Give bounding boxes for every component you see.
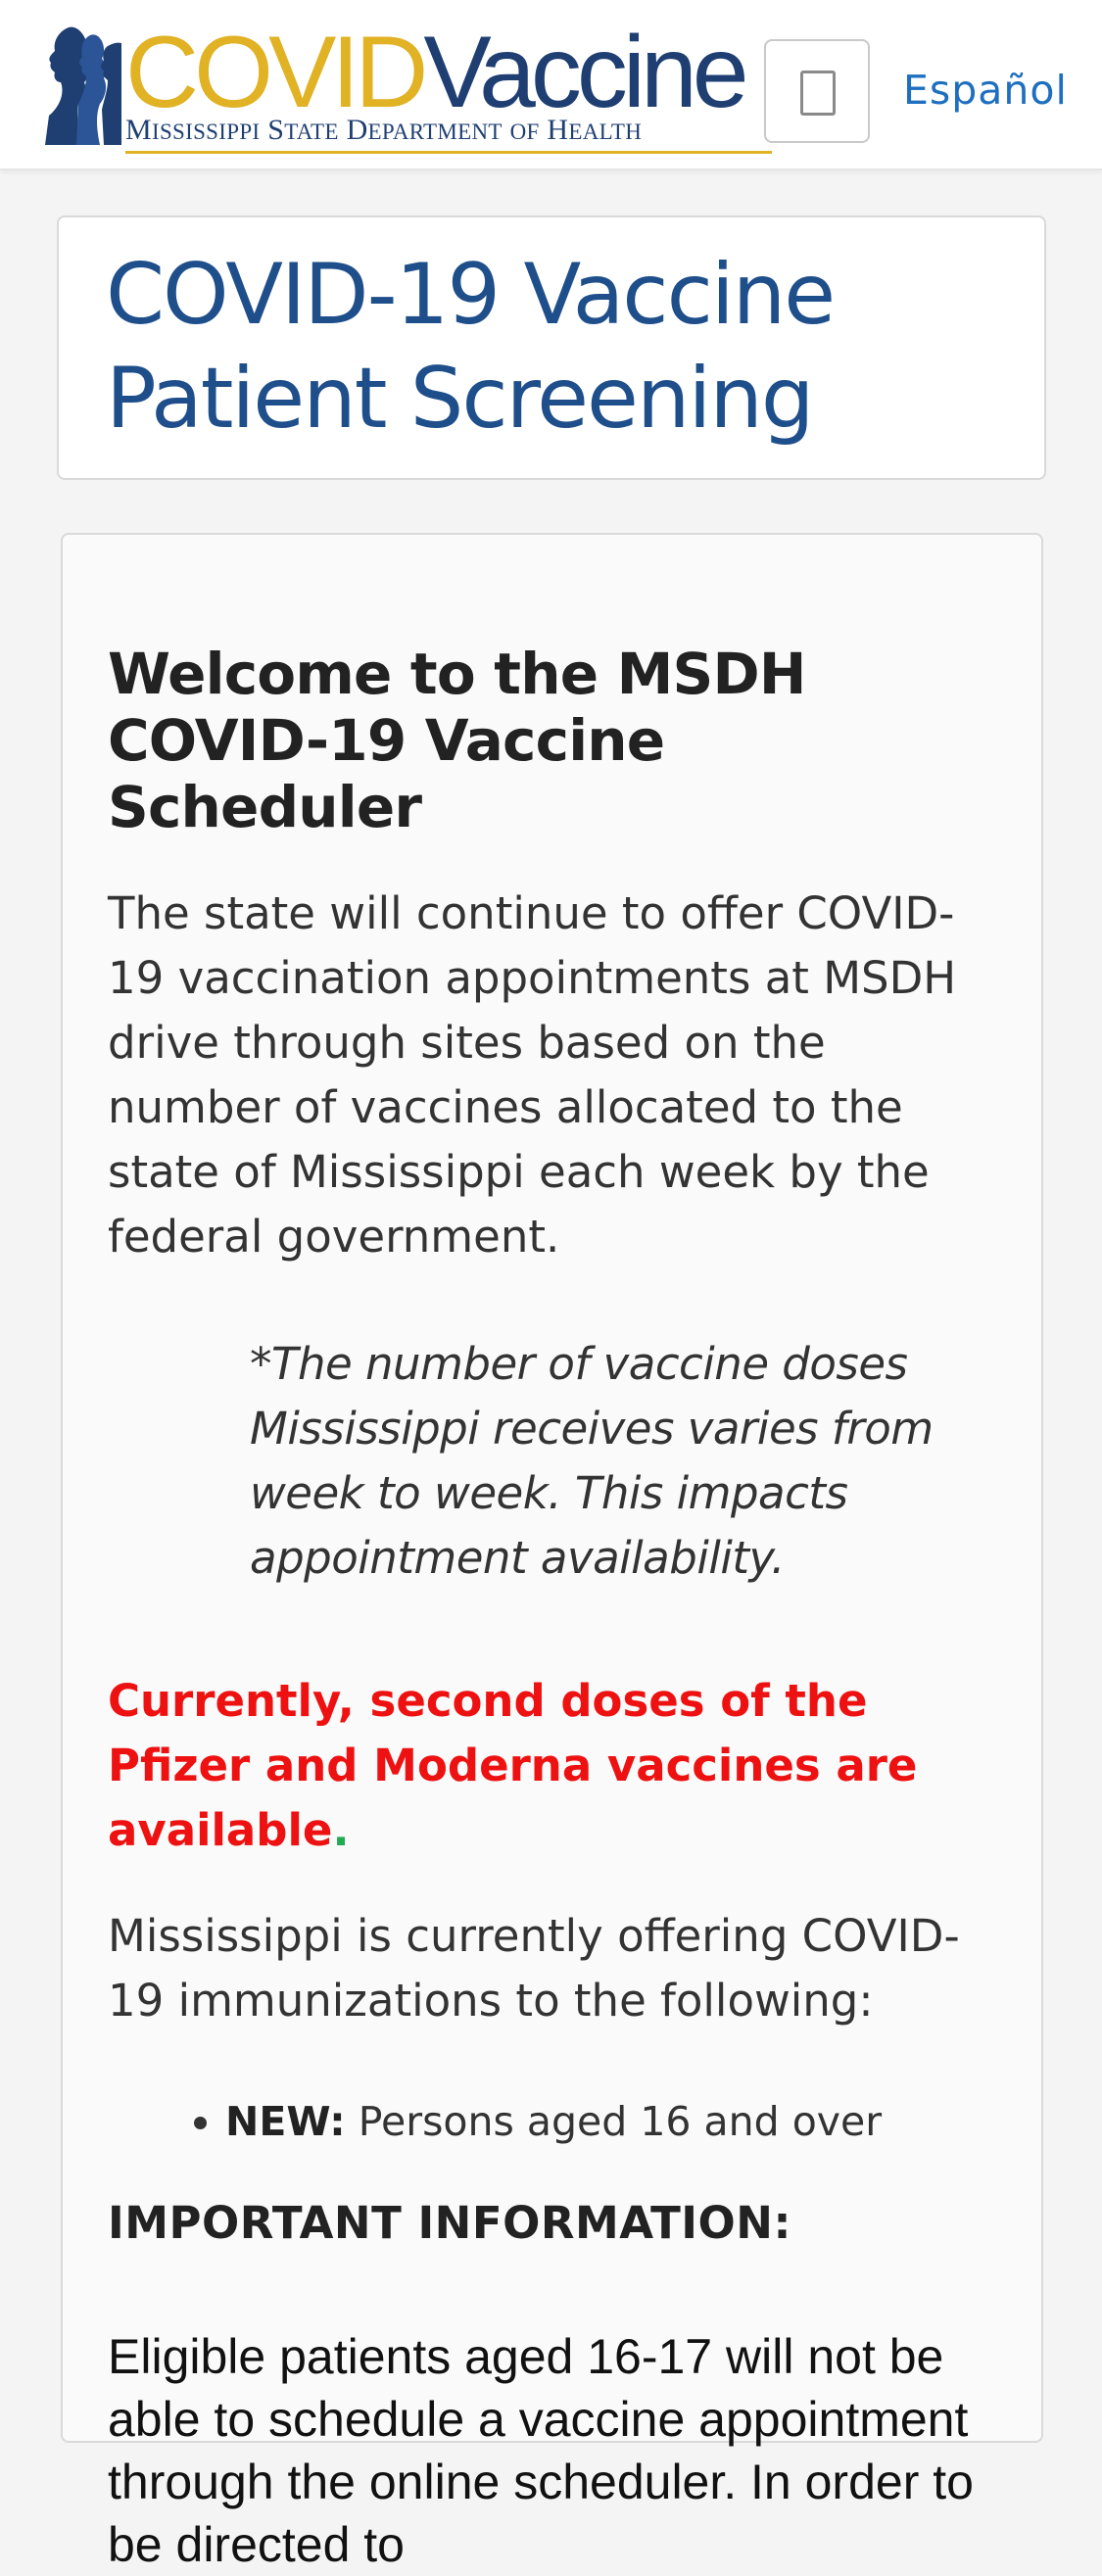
alert-text: Currently, second doses of the Pfizer an… (108, 1675, 918, 1856)
new-label: NEW: (225, 2098, 346, 2145)
missing-glyph-icon (800, 71, 836, 116)
important-heading: IMPORTANT INFORMATION: (108, 2197, 791, 2249)
eligibility-text: Persons aged 16 and over (345, 2098, 883, 2145)
content-card: Welcome to the MSDH COVID-19 Vaccine Sch… (61, 533, 1043, 2572)
logo-subtitle: MISSISSIPPI STATE DEPARTMENT OF HEALTH (125, 114, 772, 154)
logo-title: COVIDVaccine (125, 16, 749, 129)
msdh-covid-vaccine-logo[interactable]: COVIDVaccine MISSISSIPPI STATE DEPARTMEN… (39, 18, 772, 154)
eligibility-list: NEW: Persons aged 16 and over (108, 2092, 994, 2151)
welcome-heading: Welcome to the MSDH COVID-19 Vaccine Sch… (108, 641, 806, 840)
menu-toggle-button[interactable] (764, 39, 870, 143)
doses-note: *The number of vaccine doses Mississippi… (250, 1338, 934, 1584)
offer-intro: Mississippi is currently offering COVID-… (108, 1910, 960, 2027)
logo-vaccine-text: Vaccine (423, 16, 748, 129)
eligible-paragraph: Eligible patients aged 16-17 will not be… (108, 2329, 974, 2572)
site-header: COVIDVaccine MISSISSIPPI STATE DEPARTMEN… (0, 0, 1102, 170)
alert-period: . (332, 1804, 350, 1856)
second-doses-alert: Currently, second doses of the Pfizer an… (108, 1669, 994, 1863)
intro-paragraph: The state will continue to offer COVID-1… (108, 887, 957, 1263)
content-body: Welcome to the MSDH COVID-19 Vaccine Sch… (108, 641, 994, 2576)
three-heads-silhouette-icon (45, 26, 121, 145)
page-title: COVID-19 Vaccine Patient Screening (106, 246, 836, 448)
spanish-language-link[interactable]: Español (903, 67, 1068, 114)
list-item: NEW: Persons aged 16 and over (225, 2092, 994, 2151)
page-title-card: COVID-19 Vaccine Patient Screening (57, 215, 1046, 480)
logo-covid-text: COVID (125, 16, 428, 129)
